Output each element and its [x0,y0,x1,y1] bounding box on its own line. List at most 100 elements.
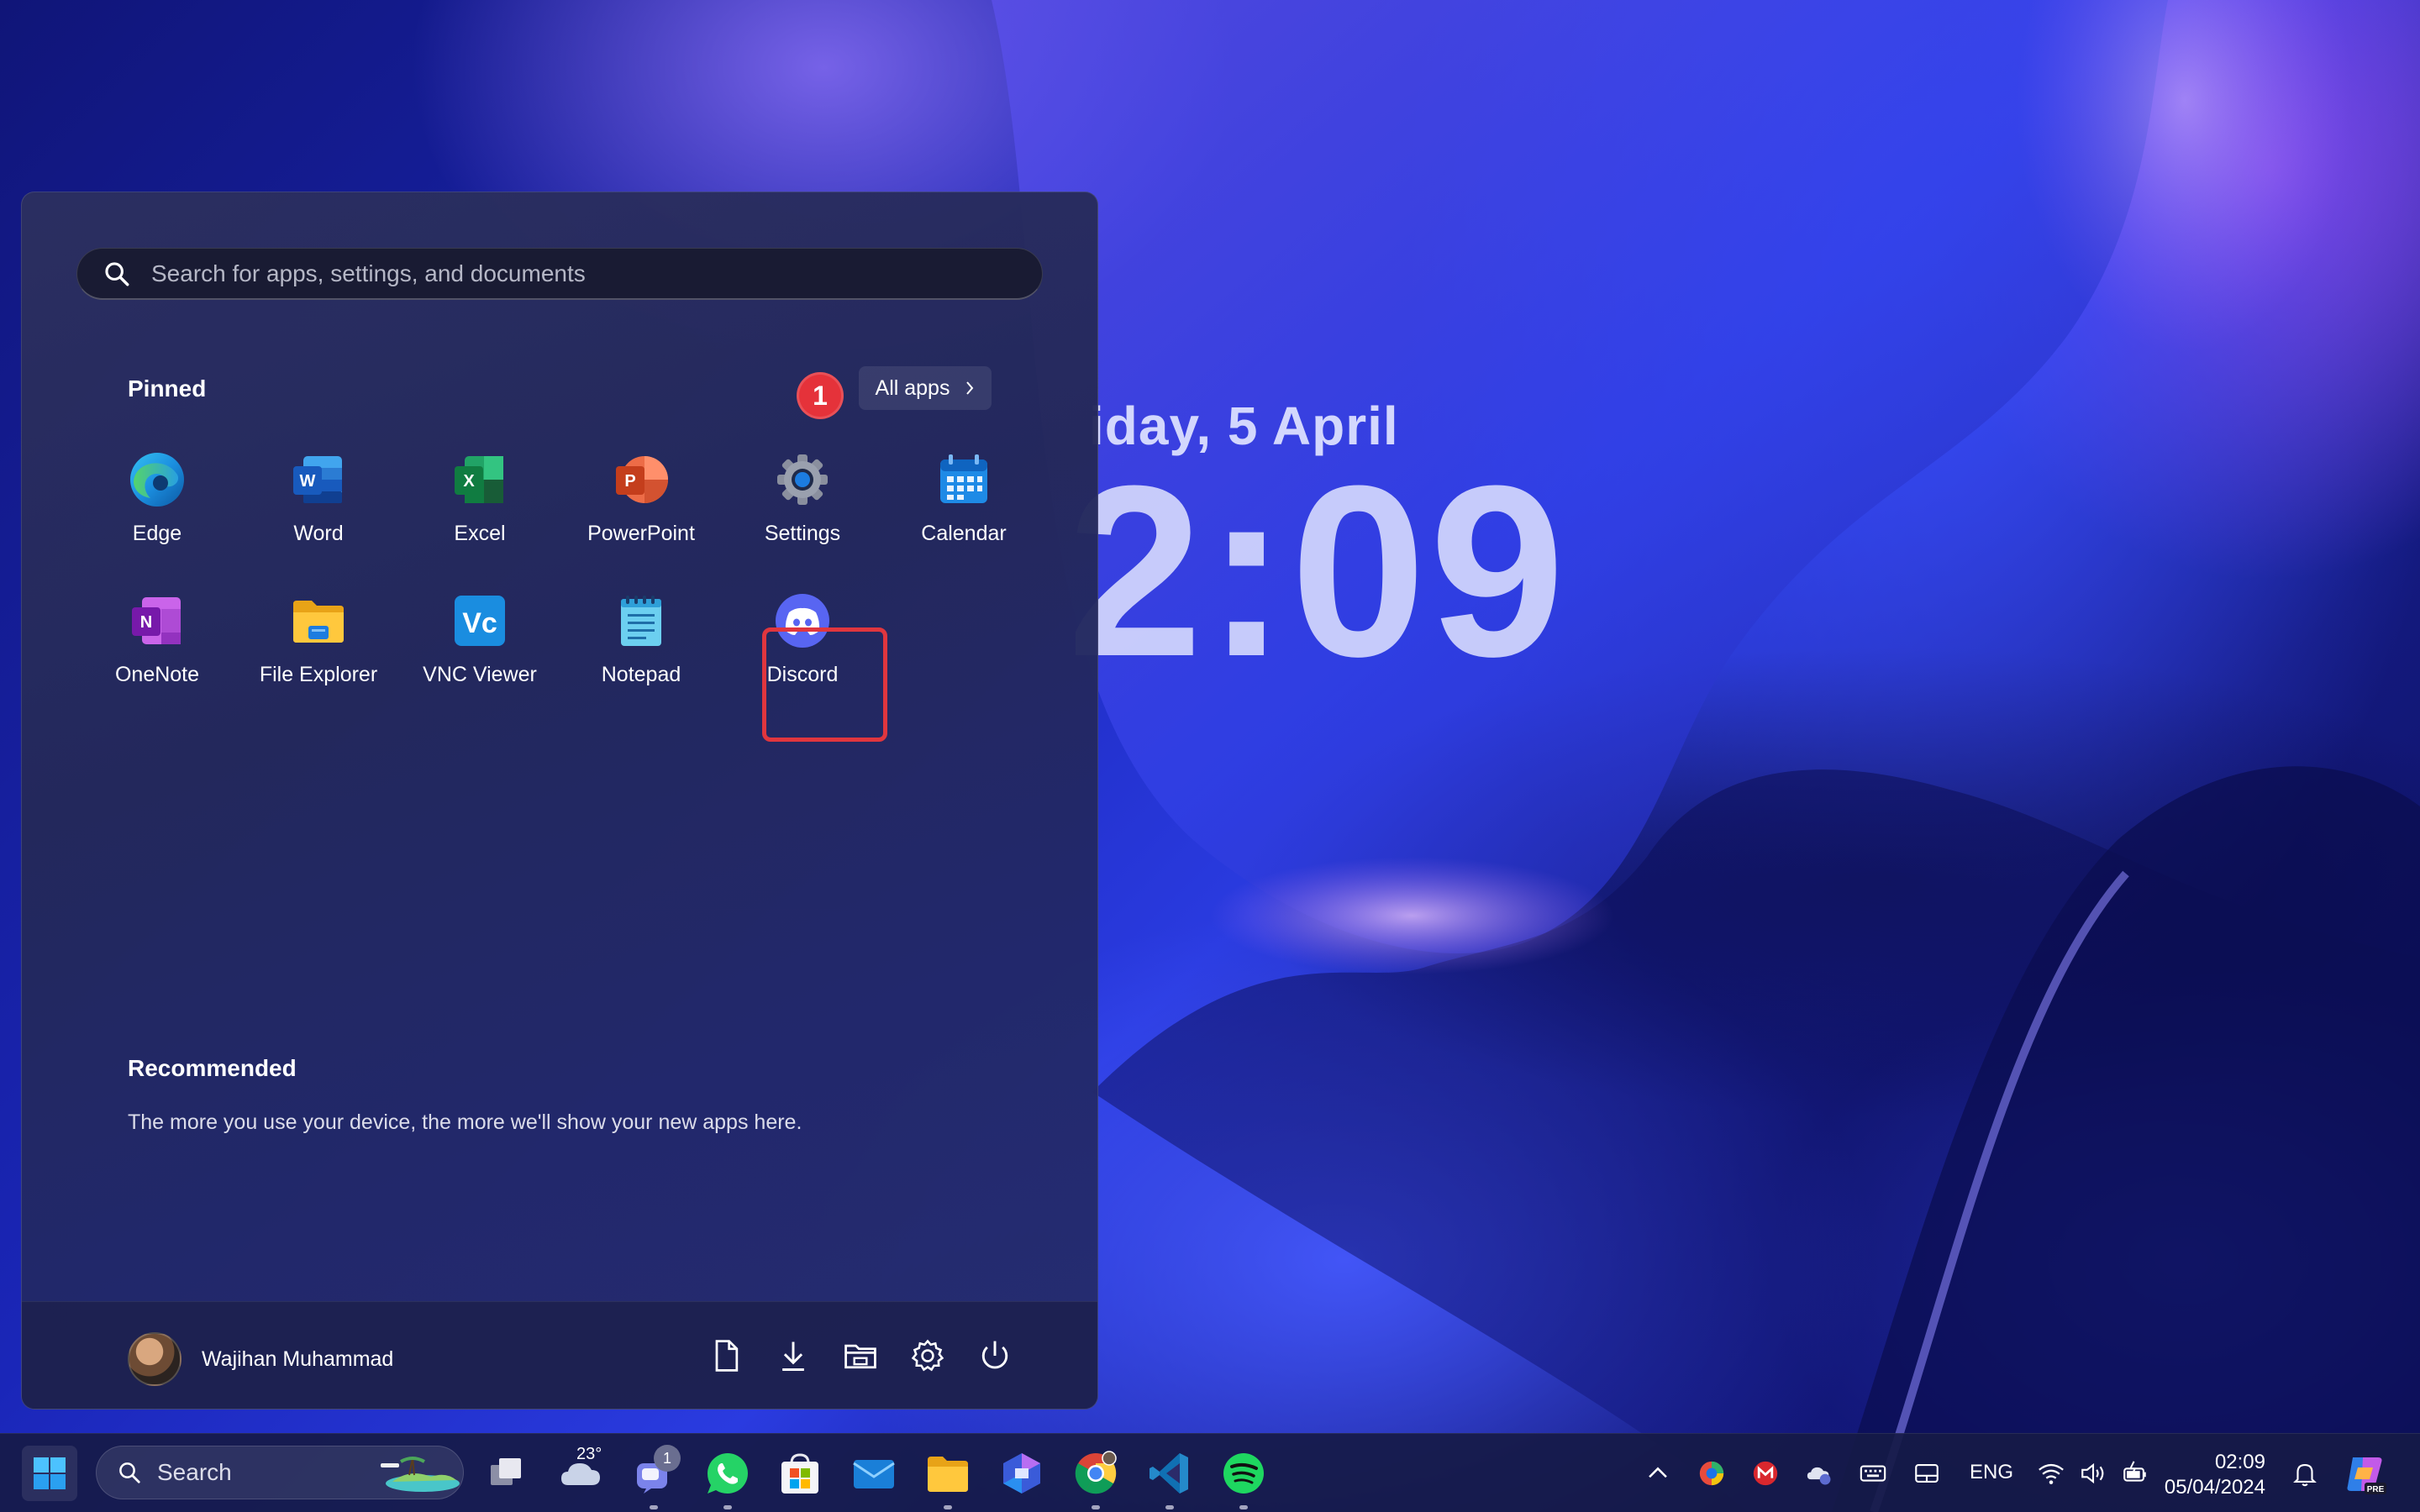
recommended-empty-message: The more you use your device, the more w… [128,1110,802,1134]
notification-bell-icon[interactable] [2291,1459,2319,1488]
app-label: Notepad [601,663,681,686]
svg-text:W: W [300,472,316,491]
app-label: File Explorer [259,663,378,686]
running-indicator [1165,1505,1174,1509]
teams-notification-badge: 1 [654,1445,681,1472]
teams-button[interactable]: 1 [629,1445,681,1509]
app-label: Excel [454,522,506,545]
user-account-button[interactable]: Wajihan Muhammad [128,1332,393,1386]
clock-area[interactable]: 02:09 05/04/2024 [2164,1446,2269,1501]
chrome-icon [1075,1451,1117,1494]
svg-text:PRE: PRE [2367,1485,2385,1494]
mega-tray-icon[interactable] [1751,1459,1780,1488]
pinned-app-calendar[interactable]: Calendar [892,444,1035,570]
running-indicator [944,1505,952,1509]
settings-highlight-box [762,627,887,742]
running-indicator [1092,1505,1100,1509]
pinned-heading: Pinned [128,375,207,402]
svg-text:P: P [624,472,635,491]
file-explorer-button[interactable] [923,1448,973,1509]
pinned-app-settings[interactable]: Settings [731,444,874,570]
pinned-app-onenote[interactable]: N OneNote [86,585,229,711]
excel-icon: X [455,456,503,503]
whatsapp-icon [708,1453,748,1494]
show-hidden-icons-chevron-icon[interactable] [1644,1459,1672,1488]
copilot-preview-icon[interactable]: PRE [2343,1451,2388,1496]
documents-icon[interactable] [708,1337,744,1374]
pinned-app-edge[interactable]: Edge [86,444,229,570]
search-placeholder: Search for apps, settings, and documents [151,260,586,286]
vscode-button[interactable] [1144,1448,1195,1509]
taskbar-search-box[interactable]: Search [96,1446,464,1499]
app-label: Word [293,522,344,545]
pinned-app-excel[interactable]: X Excel [408,444,551,570]
lock-screen-time: 2:09 [1067,435,1569,707]
touchpad-icon[interactable] [1912,1459,1941,1488]
app-label: Calendar [921,522,1007,545]
microsoft-store-icon[interactable] [775,1448,825,1499]
svg-text:X: X [463,472,475,491]
taskbar-date: 05/04/2024 [2164,1476,2265,1499]
avatar [128,1332,182,1386]
vnc-viewer-icon: Vᴄ [455,596,505,646]
battery-charging-icon[interactable] [2121,1459,2149,1488]
keyboard-icon[interactable] [1859,1459,1887,1488]
pinned-app-notepad[interactable]: Notepad [570,585,713,711]
downloads-icon[interactable] [775,1337,812,1374]
recommended-heading: Recommended [128,1055,297,1081]
settings-gear-icon [777,454,828,505]
step-number-badge: 1 [797,372,844,419]
running-indicator [650,1505,658,1509]
edge-icon [130,453,184,507]
settings-icon[interactable] [909,1337,946,1374]
weather-widget[interactable]: 23° [556,1445,607,1499]
vscode-icon [1150,1453,1188,1494]
running-indicator [723,1505,732,1509]
whatsapp-button[interactable] [702,1448,753,1509]
start-search-box[interactable]: Search for apps, settings, and documents [76,248,1043,300]
spotify-icon [1223,1453,1264,1494]
app-label: PowerPoint [587,522,695,545]
app-label: OneNote [114,663,200,686]
search-icon [105,261,129,286]
calendar-icon [940,454,987,503]
running-indicator [1239,1505,1248,1509]
word-icon: W [293,456,342,503]
file-explorer-icon[interactable] [842,1337,879,1374]
mail-icon[interactable] [849,1448,899,1499]
spotify-button[interactable] [1218,1448,1269,1509]
taskbar-time: 02:09 [2214,1451,2265,1473]
all-apps-label: All apps [875,375,950,400]
task-view-icon[interactable] [481,1448,531,1499]
app-label: Edge [132,522,182,545]
copilot-tray-icon[interactable] [1697,1459,1726,1488]
chrome-button[interactable] [1071,1448,1121,1509]
weather-temperature: 23° [576,1445,602,1463]
pinned-app-powerpoint[interactable]: P PowerPoint [570,444,713,570]
pinned-app-vnc-viewer[interactable]: Vᴄ VNC Viewer [408,585,551,711]
start-button[interactable] [22,1446,77,1501]
taskbar-search-label: Search [157,1459,232,1485]
wifi-icon[interactable] [2037,1459,2065,1488]
volume-icon[interactable] [2079,1459,2107,1488]
pinned-app-word[interactable]: W Word [247,444,390,570]
file-explorer-icon [928,1457,968,1492]
app-label: Settings [764,522,841,545]
onedrive-sync-icon[interactable] [1805,1459,1833,1488]
chevron-right-icon [966,381,974,395]
start-menu-footer: Wajihan Muhammad [22,1301,1097,1409]
taskbar: Search 23° 1 ENG 02:09 05/04/2024 PRE [0,1433,2420,1512]
pinned-app-file-explorer[interactable]: File Explorer [247,585,390,711]
power-icon[interactable] [976,1337,1013,1374]
user-name: Wajihan Muhammad [202,1347,394,1371]
svg-text:N: N [140,613,152,632]
powerpoint-icon: P [616,456,668,503]
search-icon [119,1462,140,1483]
all-apps-button[interactable]: All apps [859,366,992,410]
notepad-icon [621,596,661,646]
input-language-indicator[interactable]: ENG [1970,1461,2013,1484]
windows-logo-icon [34,1457,66,1489]
start-menu: Search for apps, settings, and documents… [21,192,1098,1410]
onenote-icon: N [132,597,181,644]
copilot-icon[interactable] [997,1448,1047,1499]
